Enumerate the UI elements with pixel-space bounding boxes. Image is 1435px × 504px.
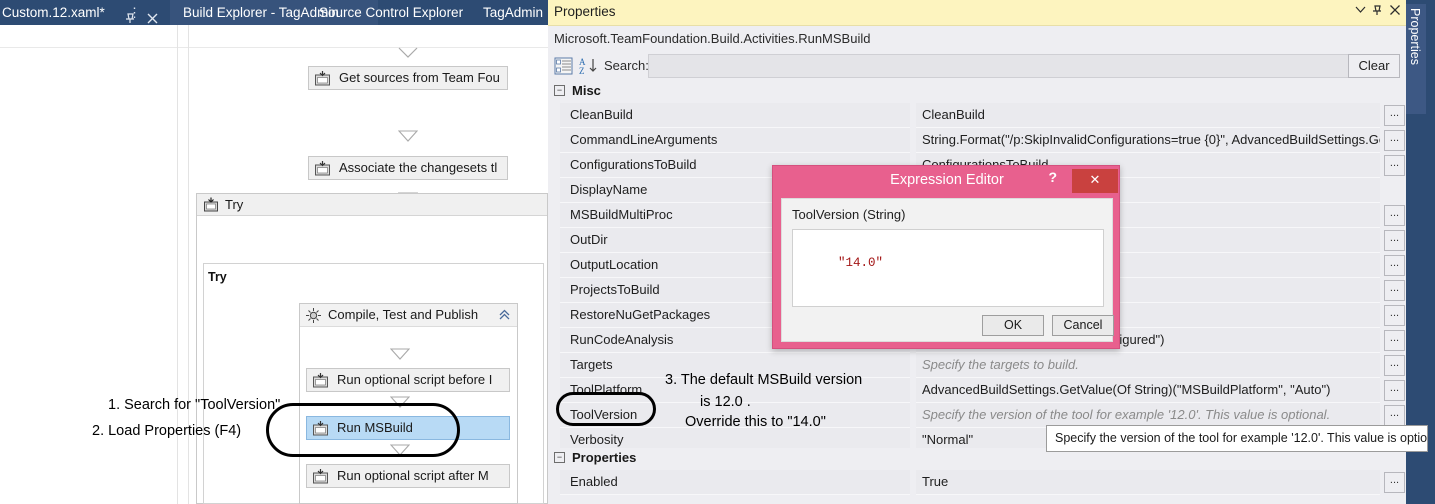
- ellipsis-button[interactable]: ...: [1384, 130, 1405, 151]
- clear-button[interactable]: Clear: [1348, 54, 1400, 78]
- tab-tagadmin[interactable]: TagAdmin: [477, 0, 548, 25]
- svg-text:Z: Z: [579, 66, 585, 76]
- cancel-button[interactable]: Cancel: [1052, 315, 1114, 336]
- properties-toolbar: A Z Search: Clear: [548, 52, 1406, 81]
- annotation-step-3-line-2: is 12.0 .: [700, 394, 751, 410]
- tab-source-control-explorer-label: Source Control Explorer: [319, 5, 464, 20]
- vertical-properties-tab[interactable]: Properties: [1406, 4, 1426, 114]
- expression-editor-body: ToolVersion (String) "14.0" OK Cancel: [781, 198, 1114, 342]
- expression-editor-field-label: ToolVersion (String): [792, 207, 906, 222]
- chevron-up-icon[interactable]: [498, 308, 511, 321]
- table-row[interactable]: CommandLineArguments String.Format("/p:S…: [548, 128, 1406, 153]
- flow-arrow-1: [398, 130, 418, 143]
- flow-node-run-optional-script-after-label: Run optional script after M: [337, 468, 489, 483]
- flow-node-associate-changesets[interactable]: Associate the changesets tl: [308, 156, 508, 180]
- close-icon[interactable]: ✕: [1072, 169, 1118, 193]
- categorized-view-icon[interactable]: [554, 56, 574, 76]
- ellipsis-button[interactable]: ...: [1384, 280, 1405, 301]
- tab-source-control-explorer[interactable]: Source Control Explorer: [313, 0, 469, 25]
- flow-node-run-optional-script-before[interactable]: Run optional script before I: [306, 368, 510, 392]
- property-name: CommandLineArguments: [560, 128, 910, 153]
- expression-editor-title-label: Expression Editor: [890, 172, 1004, 188]
- try-catch-icon: [204, 197, 218, 212]
- property-category-misc-label: Misc: [572, 83, 601, 98]
- property-value[interactable]: String.Format("/p:SkipInvalidConfigurati…: [916, 128, 1380, 153]
- ellipsis-button[interactable]: ...: [1384, 255, 1405, 276]
- try-activity-header-label: Try: [225, 197, 244, 212]
- ellipsis-button[interactable]: ...: [1384, 355, 1405, 376]
- sequence-header[interactable]: Compile, Test and Publish: [300, 304, 517, 327]
- annotation-step-2: 2. Load Properties (F4): [92, 423, 242, 439]
- ellipsis-button[interactable]: ...: [1384, 105, 1405, 126]
- activity-icon: [313, 469, 328, 484]
- activity-icon: [315, 161, 330, 176]
- try-inner-label: Try: [208, 270, 227, 284]
- sequence-header-label: Compile, Test and Publish: [328, 307, 479, 322]
- tab-custom-xaml[interactable]: Custom.12.xaml*: [0, 0, 170, 25]
- alphabetical-sort-icon[interactable]: A Z: [578, 56, 600, 76]
- flow-node-get-sources[interactable]: Get sources from Team Fou: [308, 66, 508, 90]
- activity-icon: [313, 373, 328, 388]
- property-category-misc[interactable]: − Misc: [548, 81, 1406, 103]
- properties-type-name: Microsoft.TeamFoundation.Build.Activitie…: [554, 31, 871, 46]
- workflow-designer-pane: Custom.12.xaml* ⋮ Build Explorer - TagAd…: [0, 0, 548, 504]
- properties-title-bar: Properties: [548, 0, 1406, 26]
- tab-custom-xaml-label: Custom.12.xaml*: [2, 5, 105, 20]
- pin-icon[interactable]: [1371, 4, 1384, 17]
- ellipsis-button[interactable]: ...: [1384, 380, 1405, 401]
- expression-editor-code: "14.0": [838, 256, 884, 270]
- help-icon[interactable]: ?: [1048, 169, 1057, 185]
- property-value[interactable]: True: [916, 470, 1380, 495]
- ellipsis-button[interactable]: ...: [1384, 330, 1405, 351]
- designer-canvas[interactable]: Get sources from Team Fou Associate the …: [0, 25, 548, 504]
- collapse-box-icon[interactable]: −: [554, 452, 565, 463]
- search-label: Search:: [604, 58, 649, 73]
- ellipsis-button[interactable]: ...: [1384, 305, 1405, 326]
- expression-editor-dialog[interactable]: Expression Editor ? ✕ ToolVersion (Strin…: [772, 165, 1120, 349]
- sequence-icon: [306, 308, 321, 323]
- seq-arrow-1: [390, 348, 410, 361]
- ellipsis-button[interactable]: ...: [1384, 472, 1405, 493]
- ellipsis-button[interactable]: ...: [1384, 205, 1405, 226]
- canvas-top-divider: [0, 47, 548, 48]
- table-row[interactable]: CleanBuild CleanBuild ...: [548, 103, 1406, 128]
- activity-icon: [315, 71, 330, 86]
- ellipsis-button[interactable]: ...: [1384, 405, 1405, 426]
- property-name: Enabled: [560, 470, 910, 495]
- collapse-box-icon[interactable]: −: [554, 85, 565, 96]
- flow-arrow-top: [398, 47, 418, 59]
- try-activity-header[interactable]: Try: [197, 194, 547, 216]
- ellipsis-button[interactable]: ...: [1384, 230, 1405, 251]
- flow-node-get-sources-label: Get sources from Team Fou: [339, 70, 500, 85]
- editor-tab-strip: Custom.12.xaml* ⋮ Build Explorer - TagAd…: [0, 0, 548, 25]
- property-value[interactable]: CleanBuild: [916, 103, 1380, 128]
- property-name: CleanBuild: [560, 103, 910, 128]
- annotation-step-3-line-1: 3. The default MSBuild version: [665, 372, 863, 388]
- ellipsis-button[interactable]: ...: [1384, 155, 1405, 176]
- flow-node-run-optional-script-after[interactable]: Run optional script after M: [306, 464, 510, 488]
- property-category-properties-label: Properties: [572, 450, 637, 465]
- properties-title-label: Properties: [554, 4, 616, 19]
- vertical-properties-tab-label: Properties: [1408, 8, 1422, 65]
- flow-node-run-optional-script-before-label: Run optional script before I: [337, 372, 493, 387]
- annotation-highlight-toolversion: [556, 392, 656, 426]
- close-icon[interactable]: [1389, 4, 1401, 16]
- chevron-down-icon[interactable]: [1355, 4, 1366, 15]
- table-row[interactable]: Enabled True ...: [548, 470, 1406, 495]
- expression-editor-title-bar: Expression Editor ? ✕: [773, 166, 1121, 198]
- search-input[interactable]: [648, 54, 1400, 78]
- tooltip: Specify the version of the tool for exam…: [1046, 425, 1428, 452]
- property-value[interactable]: AdvancedBuildSettings.GetValue(Of String…: [916, 378, 1380, 403]
- ok-button[interactable]: OK: [982, 315, 1044, 336]
- annotation-highlight-run-msbuild: [266, 403, 460, 457]
- annotation-step-3-line-3: Override this to "14.0": [685, 414, 826, 430]
- expression-editor-textarea[interactable]: "14.0": [792, 229, 1104, 307]
- tab-tagadmin-label: TagAdmin: [483, 5, 544, 20]
- property-value[interactable]: Specify the targets to build.: [916, 353, 1380, 378]
- annotation-step-1: 1. Search for "ToolVersion": [108, 397, 281, 413]
- flow-node-associate-changesets-label: Associate the changesets tl: [339, 160, 498, 175]
